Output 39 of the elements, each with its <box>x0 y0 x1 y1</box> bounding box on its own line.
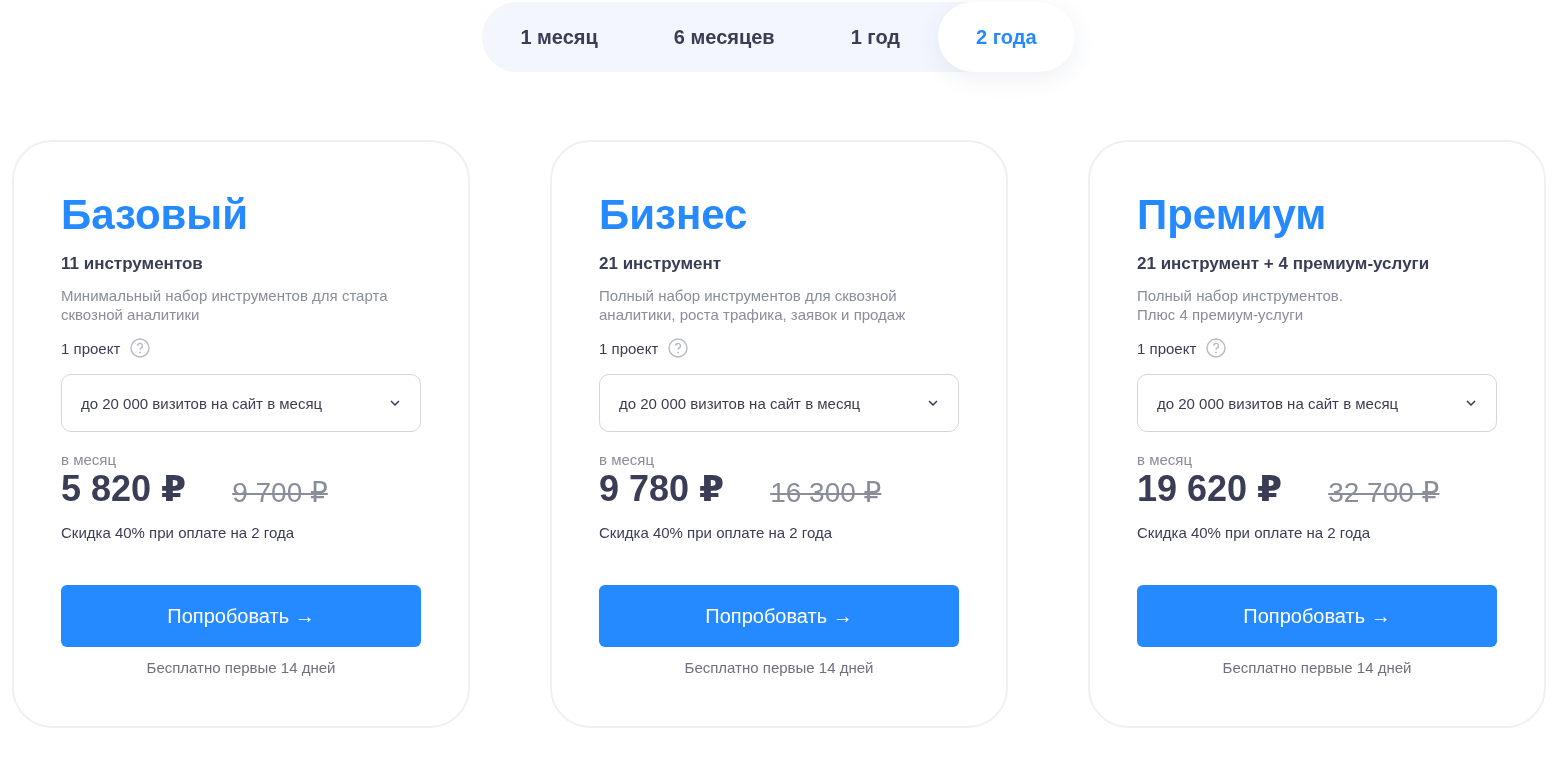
trial-note: Бесплатно первые 14 дней <box>1222 659 1412 676</box>
discount-note: Скидка 40% при оплате на 2 года <box>599 524 833 541</box>
project-count: 1 проект <box>599 339 659 357</box>
price: 19 620 ₽ <box>1137 468 1283 510</box>
plan-name: Базовый <box>61 190 249 240</box>
period-tab[interactable]: 6 месяцев <box>635 2 813 72</box>
period-tab[interactable]: 1 год <box>812 2 939 72</box>
price-period: в месяц <box>1137 451 1192 468</box>
price-period: в месяц <box>599 451 654 468</box>
period-tab[interactable]: 1 месяц <box>482 2 636 72</box>
chevron-down-icon <box>390 400 400 406</box>
tools-count: 11 инструментов <box>61 254 203 274</box>
visits-dropdown[interactable]: до 20 000 визитов на сайт в месяц <box>61 374 421 432</box>
trial-note: Бесплатно первые 14 дней <box>146 659 336 676</box>
price-period: в месяц <box>61 451 116 468</box>
plan-name: Премиум <box>1137 190 1327 240</box>
old-price: 16 300 ₽ <box>770 476 882 510</box>
help-icon[interactable] <box>668 338 689 358</box>
trial-note: Бесплатно первые 14 дней <box>684 659 874 676</box>
help-icon[interactable] <box>130 338 151 358</box>
plan-description: Полный набор инструментов для сквозной аналитики, роста трафика, заявок и продаж <box>599 286 907 324</box>
price: 9 780 ₽ <box>599 468 725 510</box>
project-count: 1 проект <box>61 339 121 357</box>
help-icon[interactable] <box>1206 338 1227 358</box>
discount-note: Скидка 40% при оплате на 2 года <box>61 524 295 541</box>
plan-description: Минимальный набор инструментов для старта сквозной аналитики <box>61 286 389 324</box>
discount-note: Скидка 40% при оплате на 2 года <box>1137 524 1371 541</box>
chevron-down-icon <box>928 400 938 406</box>
plan-description: Полный набор инструментов. Плюс 4 премиум-услуги <box>1137 286 1343 324</box>
chevron-down-icon <box>1466 400 1476 406</box>
old-price: 9 700 ₽ <box>232 476 328 510</box>
visits-dropdown[interactable]: до 20 000 визитов на сайт в месяц <box>599 374 959 432</box>
project-count: 1 проект <box>1137 339 1197 357</box>
tools-count: 21 инструмент + 4 премиум-услуги <box>1137 254 1430 274</box>
tools-count: 21 инструмент <box>599 254 722 274</box>
price: 5 820 ₽ <box>61 468 187 510</box>
old-price: 32 700 ₽ <box>1328 476 1440 510</box>
plan-name: Бизнес <box>599 190 748 240</box>
visits-dropdown[interactable]: до 20 000 визитов на сайт в месяц <box>1137 374 1497 432</box>
